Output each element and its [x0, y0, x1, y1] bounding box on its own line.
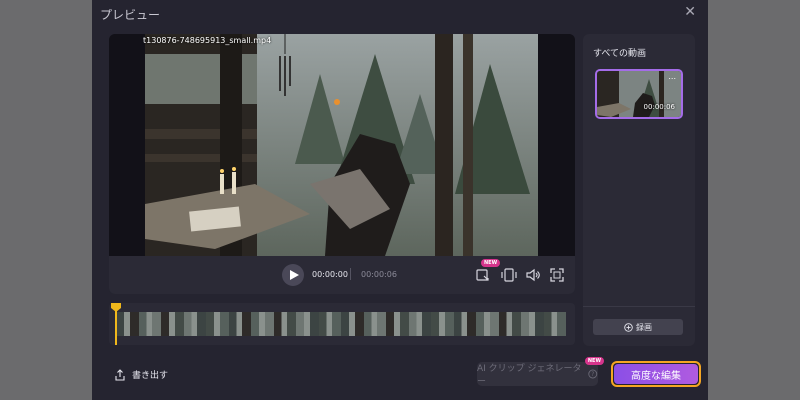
timeline-frame: [543, 312, 566, 336]
timeline[interactable]: [109, 303, 575, 345]
record-button[interactable]: 録画: [593, 319, 683, 335]
time-separator: [350, 268, 351, 280]
play-icon: [289, 270, 299, 280]
fullscreen-button[interactable]: [549, 267, 565, 283]
timeline-frame: [341, 312, 364, 336]
ai-clip-generator-button[interactable]: AI クリップ ジェネレーター ? NEW: [477, 357, 604, 387]
preview-dialog: プレビュー ✕ t130876-748695913_small.mp4 00:0…: [92, 0, 708, 400]
timeline-frame: [363, 312, 386, 336]
export-label: 書き出す: [132, 371, 169, 381]
timeline-frame: [431, 312, 454, 336]
ai-subtitle-button[interactable]: NEW: [475, 259, 501, 283]
panel-divider: [583, 306, 695, 307]
timeline-frame: [521, 312, 544, 336]
video-player: t130876-748695913_small.mp4 00:00:00 00:…: [109, 34, 575, 294]
video-list-title: すべての動画: [593, 49, 647, 59]
video-viewport[interactable]: t130876-748695913_small.mp4: [109, 34, 575, 256]
fullscreen-icon: [550, 268, 564, 282]
dialog-titlebar: プレビュー ✕: [92, 0, 708, 28]
total-time: 00:00:06: [361, 270, 397, 279]
volume-icon: [526, 268, 540, 282]
timeline-frame: [318, 312, 341, 336]
playhead-handle[interactable]: [111, 303, 121, 312]
close-icon[interactable]: ✕: [684, 4, 696, 20]
timeline-frame: [273, 312, 296, 336]
export-icon: [115, 368, 125, 381]
timeline-frame: [453, 312, 476, 336]
timeline-frame: [386, 312, 409, 336]
play-button[interactable]: [282, 264, 304, 286]
timeline-frame: [498, 312, 521, 336]
export-button[interactable]: 書き出す: [114, 368, 168, 381]
timeline-frame: [228, 312, 251, 336]
volume-button[interactable]: [525, 267, 541, 283]
advanced-edit-button[interactable]: 高度な編集: [611, 361, 701, 387]
svg-text:?: ?: [592, 372, 595, 378]
video-frame: [145, 34, 538, 256]
aspect-ratio-button[interactable]: [501, 267, 517, 283]
current-time: 00:00:00: [312, 270, 348, 279]
player-controls: 00:00:00 00:00:06 NEW: [109, 256, 575, 294]
timeline-frame: [251, 312, 274, 336]
video-list-panel: すべての動画 ... 00:00:06 録画: [583, 34, 695, 346]
caption-icon: [476, 269, 489, 281]
timeline-frame: [161, 312, 184, 336]
video-thumbnail[interactable]: ... 00:00:06: [595, 69, 683, 119]
timeline-frame: [408, 312, 431, 336]
timeline-frame: [476, 312, 499, 336]
ai-clip-generator-label: AI クリップ ジェネレーター: [477, 364, 582, 387]
help-icon[interactable]: ?: [588, 369, 598, 379]
timeline-frame: [183, 312, 206, 336]
timeline-frame: [138, 312, 161, 336]
new-badge: NEW: [481, 259, 501, 267]
timeline-frame: [296, 312, 319, 336]
more-options-icon[interactable]: ...: [668, 72, 676, 81]
ai-new-badge: NEW: [584, 357, 604, 365]
add-circle-icon: [624, 322, 633, 332]
record-button-label: 録画: [636, 322, 652, 332]
advanced-edit-label: 高度な編集: [614, 364, 698, 384]
aspect-ratio-icon: [501, 268, 517, 282]
timeline-thumbnail-strip: [116, 312, 566, 336]
thumbnail-duration: 00:00:06: [643, 103, 675, 111]
video-filename: t130876-748695913_small.mp4: [143, 36, 272, 45]
dialog-title: プレビュー: [100, 8, 161, 22]
timeline-frame: [116, 312, 139, 336]
timeline-frame: [206, 312, 229, 336]
